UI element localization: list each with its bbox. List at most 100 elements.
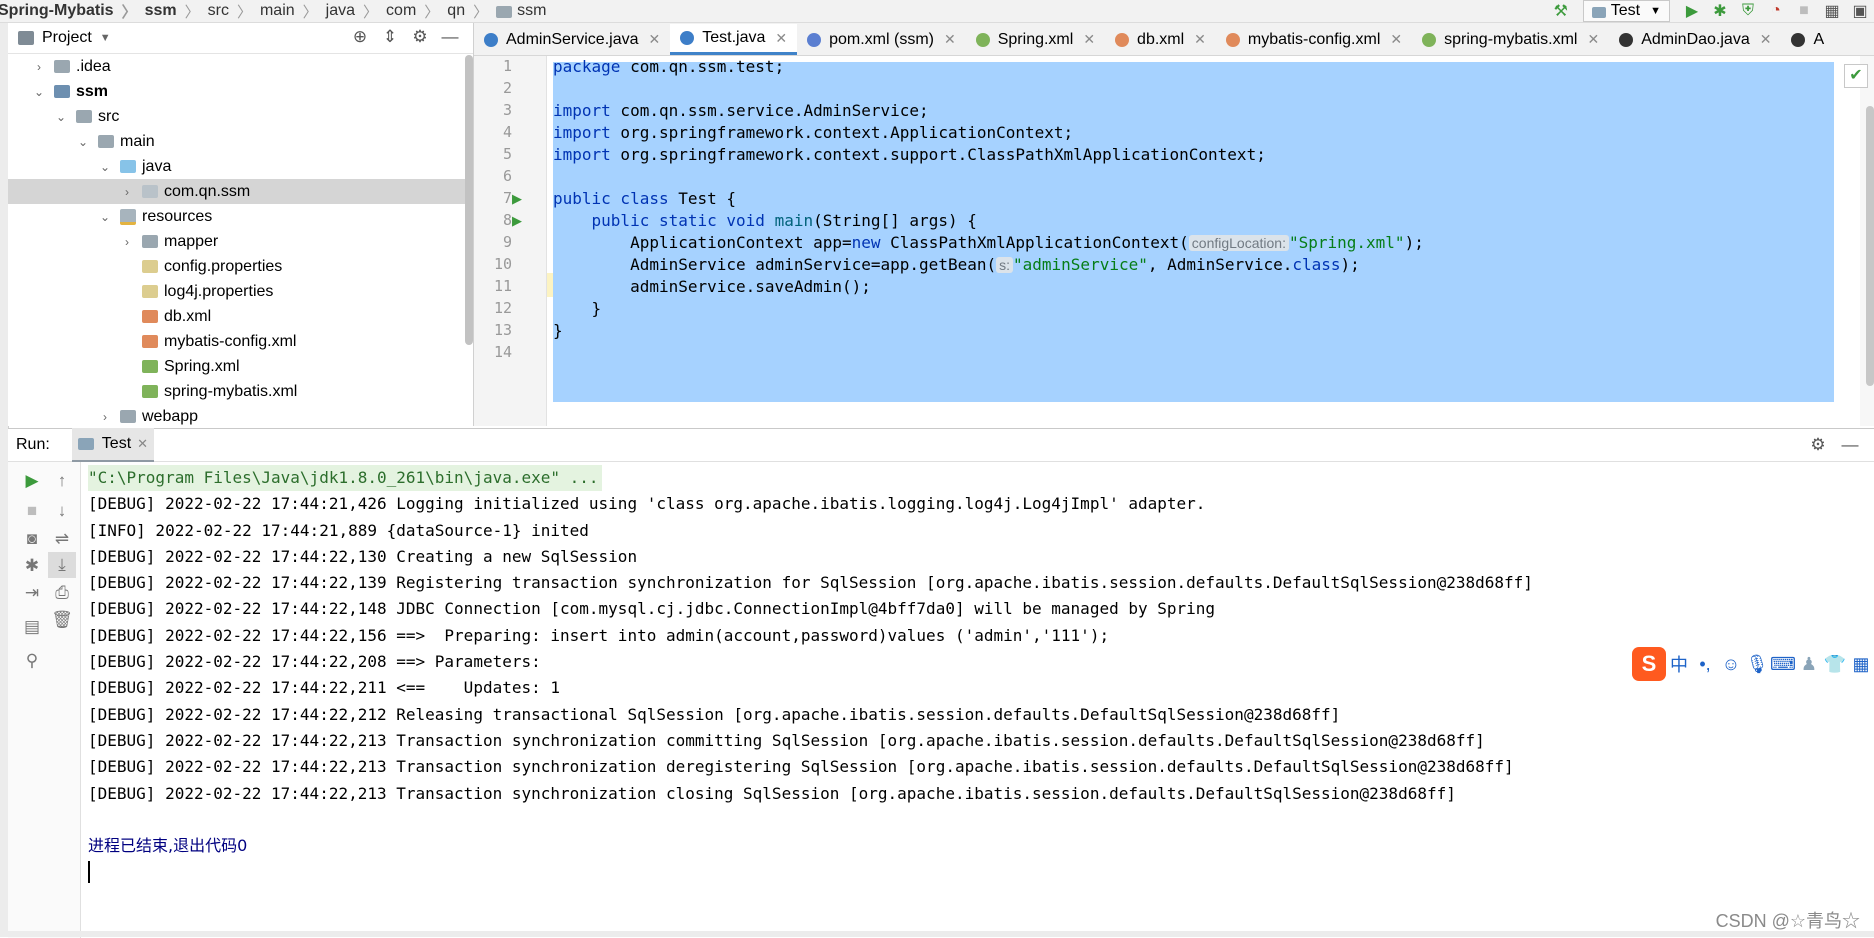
tree-item[interactable]: mybatis-config.xml	[8, 329, 473, 354]
debug-bug-icon[interactable]: ✱	[18, 553, 46, 579]
scroll-up-icon[interactable]: ↑	[48, 468, 76, 494]
scroll-to-end-icon[interactable]: ⤓	[48, 552, 76, 578]
chevron-down-icon[interactable]: ⌄	[98, 210, 112, 224]
editor-tab[interactable]: spring-mybatis.xml ✕	[1412, 24, 1609, 55]
profile-icon[interactable]: ◔	[1762, 0, 1790, 22]
microphone-icon[interactable]: 🎙	[1744, 654, 1770, 675]
editor-tab[interactable]: mybatis-config.xml ✕	[1216, 24, 1412, 55]
close-icon[interactable]: ✕	[1390, 31, 1402, 48]
folder-icon	[120, 160, 136, 173]
close-icon[interactable]: ✕	[649, 31, 661, 48]
chevron-down-icon[interactable]: ⌄	[32, 85, 46, 99]
close-icon[interactable]: ✕	[137, 436, 148, 452]
folder-icon	[76, 110, 92, 123]
chevron-right-icon[interactable]: ›	[98, 410, 112, 424]
breadcrumb-item[interactable]: main 〉	[260, 1, 326, 22]
emoji-icon[interactable]: ☺	[1718, 654, 1744, 675]
tree-item[interactable]: › com.qn.ssm	[8, 179, 473, 204]
tree-item[interactable]: ⌄ java	[8, 154, 473, 179]
tree-item[interactable]: ⌄ src	[8, 104, 473, 129]
debug-icon[interactable]: ✱	[1706, 0, 1734, 22]
editor-scrollbar[interactable]	[1866, 106, 1874, 386]
tree-item[interactable]: log4j.properties	[8, 279, 473, 304]
tree-item[interactable]: spring-mybatis.xml	[8, 379, 473, 404]
camera-icon[interactable]: ◙	[18, 526, 46, 552]
print-icon[interactable]: ⎙	[48, 580, 76, 606]
build-hammer-icon[interactable]: ⚒	[1547, 0, 1575, 22]
tree-item[interactable]: › .idea	[8, 54, 473, 79]
coverage-icon[interactable]: ⛨	[1734, 0, 1762, 22]
run-gutter-icon[interactable]: ▶	[512, 213, 522, 229]
hide-panel-icon[interactable]: —	[435, 27, 465, 47]
hide-panel-icon[interactable]: —	[1834, 435, 1866, 455]
inspection-ok-icon[interactable]: ✔	[1844, 64, 1868, 88]
skin-shirt-icon[interactable]: 👕	[1822, 654, 1848, 675]
breadcrumb-item[interactable]: src 〉	[208, 1, 260, 22]
rerun-icon[interactable]: ▶	[18, 468, 46, 494]
editor-tab[interactable]: A	[1781, 24, 1834, 55]
tree-item-label: java	[142, 157, 172, 175]
sogou-logo-icon[interactable]: S	[1632, 647, 1666, 681]
tree-item[interactable]: ⌄ main	[8, 129, 473, 154]
services-icon[interactable]: ▣	[1846, 0, 1874, 22]
tree-item[interactable]: › mapper	[8, 229, 473, 254]
close-icon[interactable]: ✕	[1083, 31, 1095, 48]
close-icon[interactable]: ✕	[1760, 31, 1772, 48]
project-view-selector[interactable]: Project ▼	[18, 29, 111, 47]
run-gutter-icon[interactable]: ▶	[512, 191, 522, 207]
breadcrumb-item[interactable]: Spring-Mybatis 〉	[0, 1, 145, 22]
tree-item[interactable]: › webapp	[8, 404, 473, 426]
gear-icon[interactable]: ⚙	[1802, 435, 1834, 455]
run-configuration-select[interactable]: Test ▼	[1582, 0, 1670, 22]
project-structure-icon[interactable]: ▦	[1818, 0, 1846, 22]
collapse-all-icon[interactable]: ⇕	[375, 27, 405, 47]
gear-icon[interactable]: ⚙	[405, 27, 435, 47]
editor-tab[interactable]: Spring.xml ✕	[966, 24, 1105, 55]
status-bar	[0, 931, 1874, 937]
editor-tab[interactable]: AdminService.java ✕	[474, 24, 670, 55]
trash-icon[interactable]: 🗑	[48, 607, 76, 633]
chevron-right-icon[interactable]: ›	[120, 235, 134, 249]
breadcrumb-item[interactable]: com 〉	[386, 1, 447, 22]
close-icon[interactable]: ✕	[775, 30, 787, 47]
tree-item[interactable]: Spring.xml	[8, 354, 473, 379]
run-tab-test[interactable]: Test ✕	[71, 428, 155, 462]
code-editor[interactable]: 1 2 3 4 5 6 7 8 9 10 11 12 13 14 ▶ ▶ package com.qn.ssm…	[474, 56, 1874, 426]
pin-icon[interactable]: ⚲	[18, 648, 46, 674]
ime-language-toggle[interactable]: 中	[1666, 651, 1692, 677]
keyboard-icon[interactable]: ⌨	[1770, 654, 1796, 675]
close-icon[interactable]: ✕	[944, 31, 956, 48]
chevron-down-icon[interactable]: ⌄	[76, 135, 90, 149]
tree-item[interactable]: db.xml	[8, 304, 473, 329]
layout-icon[interactable]: ▤	[18, 614, 46, 640]
punctuation-icon[interactable]: •,	[1692, 654, 1718, 675]
breadcrumb-item[interactable]: java 〉	[326, 1, 386, 22]
breadcrumb-item[interactable]: ssm 〉	[145, 1, 208, 22]
stop-icon[interactable]: ■	[18, 498, 46, 524]
project-scrollbar[interactable]	[465, 55, 473, 345]
user-icon[interactable]: ♟	[1796, 654, 1822, 675]
scroll-down-icon[interactable]: ↓	[48, 498, 76, 524]
stop-icon[interactable]: ■	[1790, 0, 1818, 22]
breadcrumb-item[interactable]: ssm	[496, 2, 546, 20]
tree-item[interactable]: ⌄ ssm	[8, 79, 473, 104]
editor-tab[interactable]: pom.xml (ssm) ✕	[797, 24, 966, 55]
chevron-down-icon[interactable]: ⌄	[98, 160, 112, 174]
exit-icon[interactable]: ⇥	[18, 580, 46, 606]
console-output[interactable]: "C:\Program Files\Java\jdk1.8.0_261\bin\…	[88, 465, 1868, 925]
tree-item[interactable]: config.properties	[8, 254, 473, 279]
grid-menu-icon[interactable]: ▦	[1848, 654, 1874, 675]
chevron-down-icon[interactable]: ⌄	[54, 110, 68, 124]
close-icon[interactable]: ✕	[1194, 31, 1206, 48]
breadcrumb-item[interactable]: qn 〉	[447, 1, 496, 22]
close-icon[interactable]: ✕	[1587, 31, 1599, 48]
editor-tab[interactable]: db.xml ✕	[1105, 24, 1216, 55]
locate-file-icon[interactable]: ⊕	[345, 27, 375, 47]
editor-tab[interactable]: Test.java ✕	[670, 24, 798, 55]
soft-wrap-icon[interactable]: ⇌	[48, 526, 76, 552]
chevron-right-icon[interactable]: ›	[32, 60, 46, 74]
tree-item[interactable]: ⌄ resources	[8, 204, 473, 229]
run-icon[interactable]: ▶	[1678, 0, 1706, 22]
chevron-right-icon[interactable]: ›	[120, 185, 134, 199]
editor-tab[interactable]: AdminDao.java ✕	[1609, 24, 1781, 55]
